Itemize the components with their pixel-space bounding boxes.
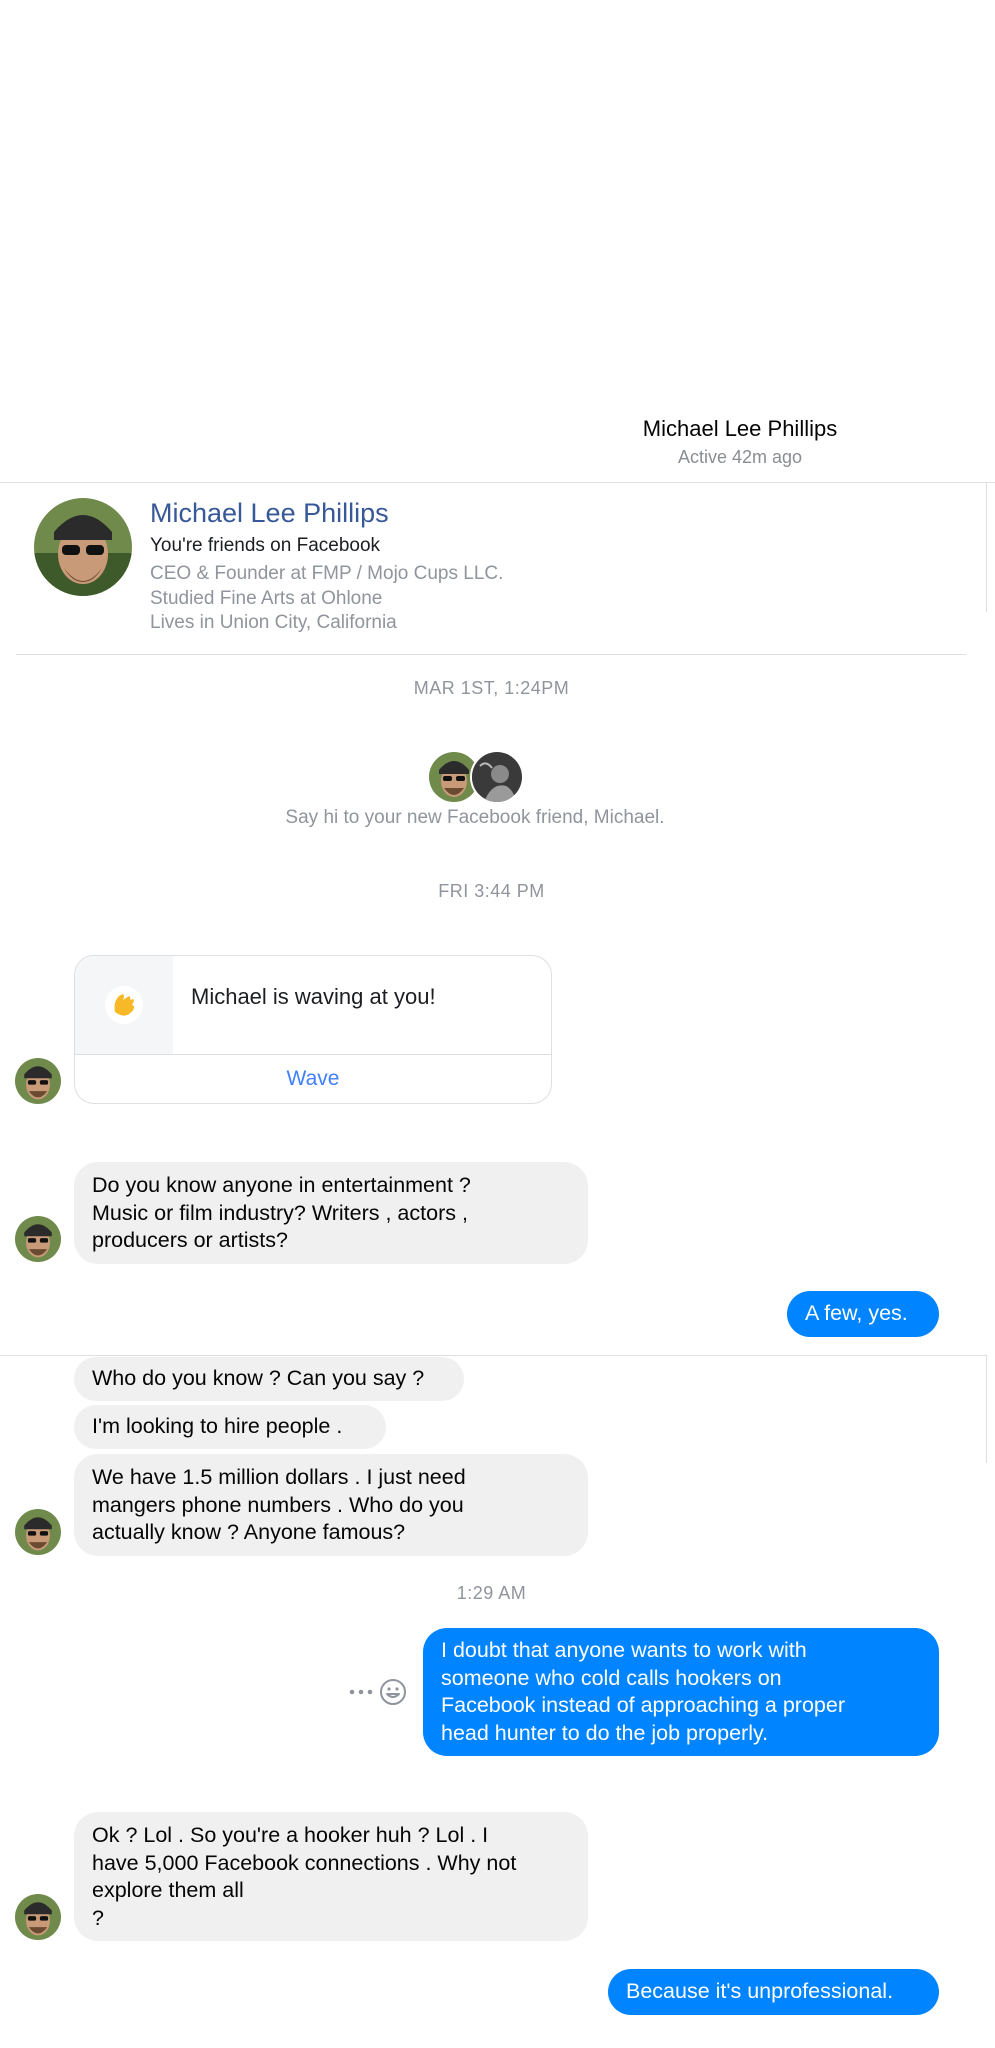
profile-avatar[interactable] — [34, 498, 132, 596]
incoming-message[interactable]: We have 1.5 million dollars . I just nee… — [74, 1454, 588, 1556]
incoming-message[interactable]: Who do you know ? Can you say ? — [74, 1357, 464, 1401]
outgoing-message[interactable]: Because it's unprofessional. — [608, 1969, 939, 2015]
message-line: Who do you know ? Can you say ? — [92, 1366, 425, 1390]
right-panel-divider — [986, 482, 987, 612]
profile-location: Lives in Union City, California — [150, 612, 397, 633]
sender-avatar — [15, 1058, 61, 1104]
incoming-message[interactable]: I'm looking to hire people . — [74, 1405, 386, 1449]
profile-work: CEO & Founder at FMP / Mojo Cups LLC. — [150, 563, 504, 584]
section-divider — [0, 1355, 986, 1356]
outgoing-message[interactable]: I doubt that anyone wants to work with s… — [423, 1628, 939, 1756]
conversation-active-status: Active 42m ago — [677, 447, 803, 467]
message-line: actually know ? Anyone famous? — [92, 1520, 406, 1544]
message-line: mangers phone numbers . Who do you — [92, 1492, 464, 1517]
right-panel-divider — [986, 1355, 987, 1463]
self-avatar — [470, 750, 524, 804]
wave-back-button[interactable]: Wave — [75, 1054, 551, 1103]
message-line: I'm looking to hire people . — [92, 1414, 343, 1438]
sender-avatar — [15, 1894, 61, 1940]
message-line: A few, yes. — [805, 1301, 908, 1325]
more-icon[interactable] — [346, 1680, 376, 1704]
message-line: head hunter to do the job properly. — [441, 1720, 769, 1745]
outgoing-message[interactable]: A few, yes. — [787, 1291, 939, 1337]
wave-card-text: Michael is waving at you! — [191, 984, 436, 1009]
message-line: Do you know anyone in entertainment ? — [92, 1173, 471, 1197]
header-divider — [0, 482, 995, 483]
message-line: have 5,000 Facebook connections . Why no… — [92, 1850, 517, 1875]
incoming-message[interactable]: Do you know anyone in entertainment ? Mu… — [74, 1162, 588, 1264]
message-line: I doubt that anyone wants to work with — [441, 1638, 807, 1662]
message-line: Ok ? Lol . So you're a hooker huh ? Lol … — [92, 1823, 489, 1847]
waving-hand-icon — [105, 986, 143, 1024]
message-line: Because it's unprofessional. — [626, 1979, 894, 2003]
message-line: Music or film industry? Writers , actors… — [92, 1200, 468, 1225]
message-line: We have 1.5 million dollars . I just nee… — [92, 1465, 466, 1489]
message-line: producers or artists? — [92, 1228, 288, 1252]
conversation-contact-name[interactable]: Michael Lee Phillips — [0, 416, 995, 442]
wave-card: Michael is waving at you! Wave — [74, 955, 552, 1104]
message-line: someone who cold calls hookers on — [441, 1665, 782, 1690]
message-line: explore them all — [92, 1878, 244, 1902]
sender-avatar — [15, 1216, 61, 1262]
timestamp: FRI 3:44 PM — [438, 881, 545, 901]
emoji-icon[interactable] — [379, 1678, 407, 1706]
sender-avatar — [15, 1509, 61, 1555]
new-friend-message: Say hi to your new Facebook friend, Mich… — [285, 807, 665, 828]
incoming-message[interactable]: Ok ? Lol . So you're a hooker huh ? Lol … — [74, 1812, 588, 1941]
wave-icon-container — [75, 956, 173, 1054]
profile-name-link[interactable]: Michael Lee Phillips — [150, 498, 389, 529]
timestamp: 1:29 AM — [456, 1583, 527, 1603]
timestamp: MAR 1ST, 1:24PM — [413, 678, 570, 698]
message-line: ? — [92, 1905, 104, 1930]
profile-education: Studied Fine Arts at Ohlone — [150, 588, 383, 609]
profile-divider — [16, 654, 966, 655]
message-line: Facebook instead of approaching a proper — [441, 1693, 845, 1717]
profile-friendship: You're friends on Facebook — [150, 535, 381, 556]
